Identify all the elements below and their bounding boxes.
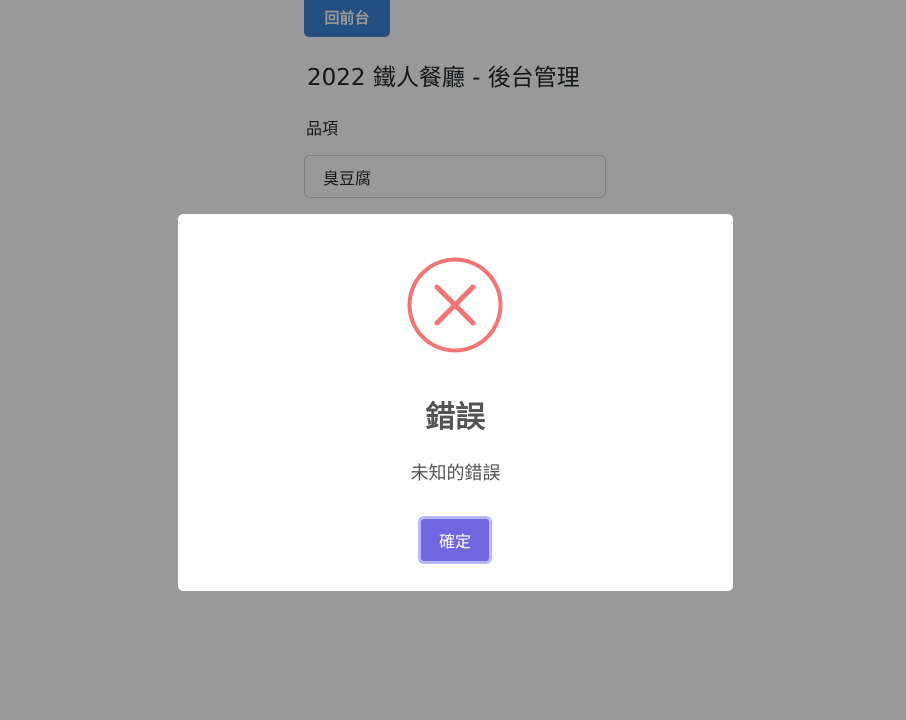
dialog-message: 未知的錯誤 xyxy=(410,463,501,484)
error-x-icon xyxy=(407,257,503,353)
dialog-title: 錯誤 xyxy=(425,400,486,435)
error-dialog: 錯誤 未知的錯誤 確定 xyxy=(178,214,733,591)
confirm-button[interactable]: 確定 xyxy=(418,516,492,564)
